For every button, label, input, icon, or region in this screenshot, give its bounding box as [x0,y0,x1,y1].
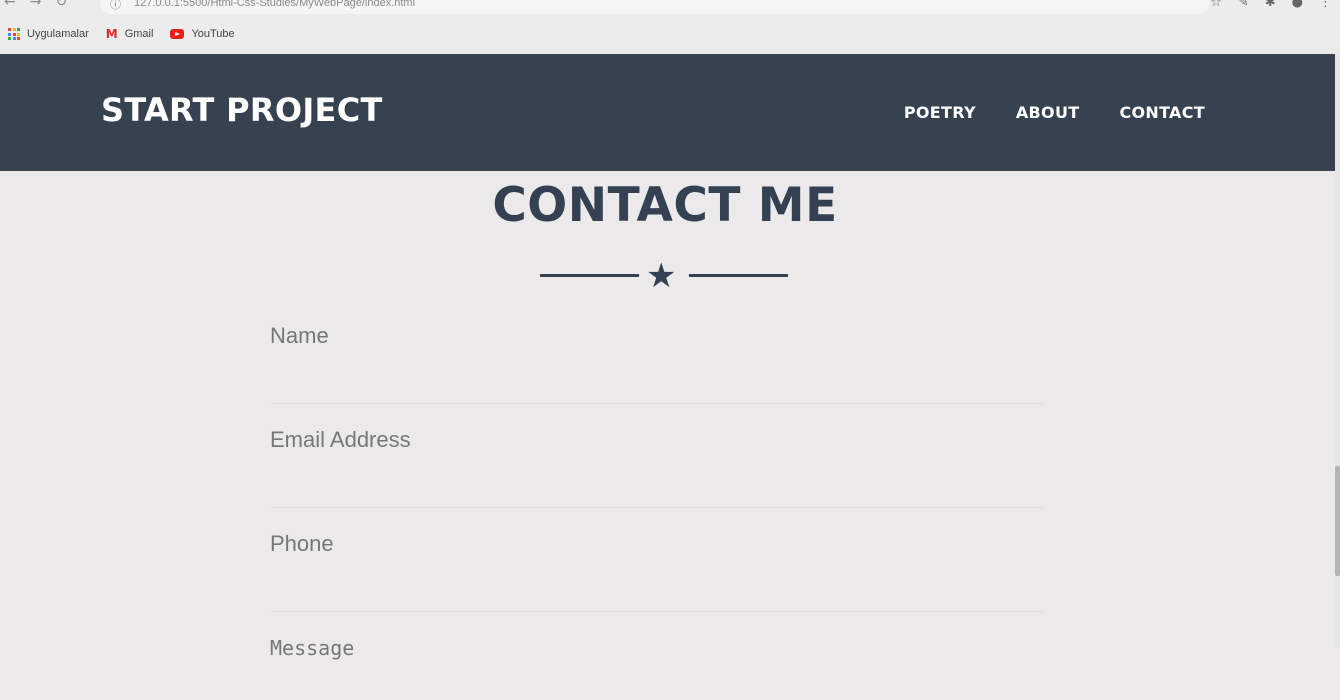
email-input[interactable] [270,424,1045,456]
bookmark-star-icon[interactable]: ☆ [1210,0,1222,10]
phone-field-group [270,508,1045,612]
site-info-icon[interactable]: ⓘ [110,0,121,12]
bookmark-apps[interactable]: Uygulamalar [8,28,89,40]
bookmark-gmail[interactable]: M Gmail [106,27,154,41]
nav-link-poetry[interactable]: POETRY [904,103,976,122]
contact-form [270,300,1045,668]
site-navbar: START PROJECT POETRY ABOUT CONTACT [0,54,1335,171]
star-divider: ★ [540,258,790,294]
name-input[interactable] [270,320,1045,352]
browser-nav-controls: ← → ↻ [4,0,81,10]
reload-icon[interactable]: ↻ [55,0,67,10]
youtube-icon [170,29,185,39]
profile-icon[interactable]: ● [1292,0,1303,10]
message-textarea[interactable] [270,636,1045,668]
divider-line-right [689,274,788,277]
address-url: 127.0.0.1:5500/Html-Css-Studies/MyWebPag… [134,0,416,9]
bookmark-label: YouTube [191,28,235,40]
nav-link-contact[interactable]: CONTACT [1119,103,1205,122]
divider-line-left [540,274,639,277]
bookmark-youtube[interactable]: YouTube [170,28,235,40]
bookmarks-bar: Uygulamalar M Gmail YouTube [0,20,1340,48]
name-field-group [270,300,1045,404]
contact-heading: CONTACT ME [492,178,838,233]
brand-logo-link[interactable]: START PROJECT [101,91,383,129]
star-icon: ★ [646,256,677,296]
page-scrollbar[interactable] [1335,54,1340,648]
nav-links: POETRY ABOUT CONTACT [864,103,1205,122]
apps-grid-icon [8,28,20,40]
address-bar[interactable]: ⓘ 127.0.0.1:5500/Html-Css-Studies/MyWebP… [100,0,1210,14]
bookmark-label: Gmail [124,28,154,40]
phone-input[interactable] [270,528,1045,560]
extension-icon[interactable]: ✎ [1238,0,1249,10]
back-arrow-icon[interactable]: ← [4,0,16,10]
email-field-group [270,404,1045,508]
puzzle-icon[interactable]: ✱ [1265,0,1276,10]
scrollbar-thumb[interactable] [1335,466,1340,576]
nav-link-about[interactable]: ABOUT [1016,103,1080,122]
forward-arrow-icon[interactable]: → [30,0,42,10]
bookmark-label: Uygulamalar [27,28,89,40]
browser-actions: ☆ ✎ ✱ ● ⋮ [1194,0,1332,10]
gmail-icon: M [105,27,118,41]
menu-dots-icon[interactable]: ⋮ [1319,0,1332,10]
browser-toolbar: ← → ↻ ⓘ 127.0.0.1:5500/Html-Css-Studies/My… [0,0,1340,20]
